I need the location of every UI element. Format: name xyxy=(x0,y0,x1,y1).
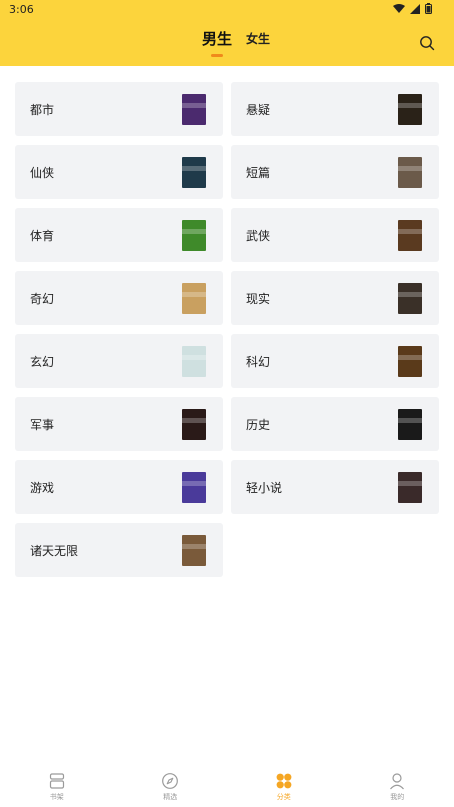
category-label: 武侠 xyxy=(246,229,271,243)
search-icon[interactable] xyxy=(419,35,435,51)
book-cover-thumbnail xyxy=(398,409,422,440)
tab-male[interactable]: 男生 xyxy=(202,28,232,57)
top-header: 3:06 男生 女生 xyxy=(0,0,454,66)
category-card-dushi[interactable]: 都市 xyxy=(15,82,223,136)
wifi-icon xyxy=(393,3,405,13)
category-label: 都市 xyxy=(30,103,55,117)
book-cover-thumbnail xyxy=(182,94,206,125)
nav-category-label: 分类 xyxy=(276,793,291,801)
category-label: 体育 xyxy=(30,229,55,243)
category-card-xuanhuan[interactable]: 玄幻 xyxy=(15,334,223,388)
category-card-kehuan[interactable]: 科幻 xyxy=(231,334,439,388)
category-card-qihuan[interactable]: 奇幻 xyxy=(15,271,223,325)
bottom-nav: 书架 精选 分类 我的 xyxy=(0,762,454,807)
tab-female-label: 女生 xyxy=(246,32,271,46)
category-label: 诸天无限 xyxy=(30,544,79,558)
category-card-duanpian[interactable]: 短篇 xyxy=(231,145,439,199)
category-label: 科幻 xyxy=(246,355,271,369)
book-cover-thumbnail xyxy=(398,220,422,251)
book-cover-thumbnail xyxy=(398,346,422,377)
category-card-qingxiaoshuo[interactable]: 轻小说 xyxy=(231,460,439,514)
nav-featured[interactable]: 精选 xyxy=(114,762,228,807)
category-label: 游戏 xyxy=(30,481,55,495)
category-label: 玄幻 xyxy=(30,355,55,369)
signal-icon xyxy=(410,3,420,14)
category-card-lishi[interactable]: 历史 xyxy=(231,397,439,451)
nav-category[interactable]: 分类 xyxy=(227,762,341,807)
book-cover-thumbnail xyxy=(182,157,206,188)
category-card-tiyu[interactable]: 体育 xyxy=(15,208,223,262)
profile-icon xyxy=(390,773,405,790)
category-card-zhutianwuxian[interactable]: 诸天无限 xyxy=(15,523,223,577)
status-icons xyxy=(393,3,432,14)
category-icon xyxy=(276,773,292,789)
bookshelf-icon xyxy=(49,773,64,789)
nav-profile[interactable]: 我的 xyxy=(341,762,454,807)
book-cover-thumbnail xyxy=(182,535,206,566)
nav-featured-label: 精选 xyxy=(163,793,178,801)
category-card-xianshi[interactable]: 现实 xyxy=(231,271,439,325)
category-label: 奇幻 xyxy=(30,292,55,306)
category-card-junshi[interactable]: 军事 xyxy=(15,397,223,451)
compass-icon xyxy=(162,773,179,789)
category-label: 历史 xyxy=(246,418,271,432)
category-card-youxi[interactable]: 游戏 xyxy=(15,460,223,514)
category-label: 悬疑 xyxy=(246,103,271,117)
nav-bookshelf-label: 书架 xyxy=(49,793,64,801)
book-cover-thumbnail xyxy=(182,472,206,503)
category-label: 短篇 xyxy=(246,166,271,180)
book-cover-thumbnail xyxy=(182,220,206,251)
book-cover-thumbnail xyxy=(182,346,206,377)
category-label: 轻小说 xyxy=(246,481,283,495)
tab-female[interactable]: 女生 xyxy=(246,30,270,57)
category-label: 现实 xyxy=(246,292,271,306)
book-cover-thumbnail xyxy=(398,94,422,125)
nav-profile-label: 我的 xyxy=(390,793,405,801)
category-label: 军事 xyxy=(30,418,55,432)
category-label: 仙侠 xyxy=(30,166,55,180)
category-card-wuxia[interactable]: 武侠 xyxy=(231,208,439,262)
book-cover-thumbnail xyxy=(398,472,422,503)
tab-male-label: 男生 xyxy=(201,30,232,48)
category-card-xianxia[interactable]: 仙侠 xyxy=(15,145,223,199)
category-grid: 都市 悬疑 仙侠 短篇 体育 武侠 奇幻 现实 玄幻 科幻 军事 历史 游戏 轻… xyxy=(15,82,439,577)
book-cover-thumbnail xyxy=(398,283,422,314)
gender-tabs: 男生 女生 xyxy=(0,28,454,57)
battery-icon xyxy=(425,3,432,14)
book-cover-thumbnail xyxy=(182,409,206,440)
status-time: 3:06 xyxy=(9,3,34,16)
category-card-xuanyi[interactable]: 悬疑 xyxy=(231,82,439,136)
book-cover-thumbnail xyxy=(182,283,206,314)
active-tab-indicator xyxy=(210,54,223,57)
nav-bookshelf[interactable]: 书架 xyxy=(0,762,114,807)
book-cover-thumbnail xyxy=(398,157,422,188)
